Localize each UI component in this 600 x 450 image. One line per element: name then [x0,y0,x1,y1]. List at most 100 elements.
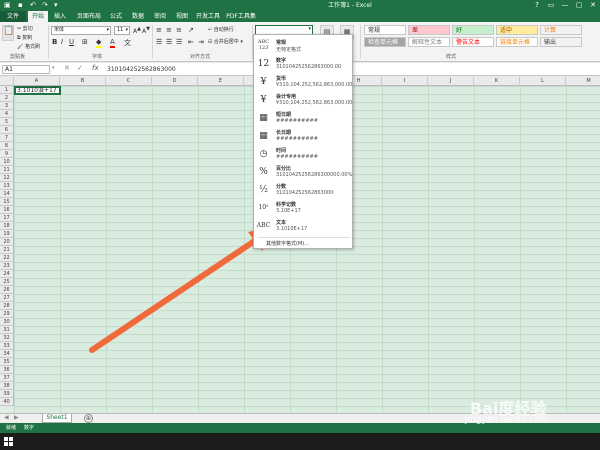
tab-page-layout[interactable]: 页面布局 [74,11,104,22]
row-header-15[interactable]: 15 [0,198,14,206]
font-name-combo[interactable]: 宋体 ▾ [51,26,111,35]
shrink-font-button[interactable]: A▼ [142,26,150,35]
row-header-30[interactable]: 30 [0,318,14,326]
row-header-36[interactable]: 36 [0,366,14,374]
row-header-37[interactable]: 37 [0,374,14,382]
phonetic-button[interactable]: 文 [124,38,131,48]
scroll-left-icon[interactable]: ◀ [4,414,9,421]
row-header-14[interactable]: 14 [0,190,14,198]
row-header-24[interactable]: 24 [0,270,14,278]
row-header-38[interactable]: 38 [0,382,14,390]
more-number-formats-item[interactable]: 其他数字格式(M)... [266,240,309,247]
row-header-29[interactable]: 29 [0,310,14,318]
column-header-i[interactable]: I [382,77,428,86]
insert-function-button[interactable]: fx [92,64,99,72]
row-header-10[interactable]: 10 [0,158,14,166]
row-header-33[interactable]: 33 [0,342,14,350]
number-format-item[interactable]: ½ 分数 310104252562863000 [254,181,352,199]
font-size-combo[interactable]: 11 ▾ [114,26,130,35]
formula-input[interactable]: 310104252562863000 [107,65,176,74]
cell-style-3[interactable]: 适中 [496,25,538,35]
row-header-3[interactable]: 3 [0,102,14,110]
tab-insert[interactable]: 插入 [50,11,70,22]
undo-icon[interactable]: ↶ [30,1,36,10]
row-header-21[interactable]: 21 [0,246,14,254]
align-left-button[interactable]: ☰ [156,38,162,46]
row-header-19[interactable]: 19 [0,230,14,238]
row-header-40[interactable]: 40 [0,398,14,406]
number-format-item[interactable]: ABC 123 常规 无特定格式 [254,37,352,55]
close-button[interactable]: ✕ [586,0,600,11]
row-header-1[interactable]: 1 [0,86,14,94]
enter-icon[interactable]: ✓ [77,64,83,72]
row-header-20[interactable]: 20 [0,238,14,246]
row-header-35[interactable]: 35 [0,358,14,366]
name-box-dropdown-icon[interactable]: ▾ [52,65,55,71]
wrap-text-button[interactable]: ↵ 自动换行 [208,26,234,33]
row-header-25[interactable]: 25 [0,278,14,286]
paste-button[interactable]: 📋 [2,25,14,41]
column-header-j[interactable]: J [428,77,474,86]
italic-button[interactable]: I [61,38,63,46]
row-header-17[interactable]: 17 [0,214,14,222]
select-all-corner[interactable] [0,77,14,86]
tab-file[interactable]: 文件 [0,11,26,22]
column-header-l[interactable]: L [520,77,566,86]
align-bottom-button[interactable]: ≡ [176,26,182,34]
outdent-button[interactable]: ⇥ [198,38,204,46]
row-header-23[interactable]: 23 [0,262,14,270]
borders-button[interactable]: ⊞ [82,38,88,46]
cancel-icon[interactable]: ✕ [64,64,70,72]
column-header-c[interactable]: C [106,77,152,86]
row-header-4[interactable]: 4 [0,110,14,118]
align-middle-button[interactable]: ≡ [166,26,172,34]
sheet-tab-sheet1[interactable]: Sheet1 [42,414,72,423]
row-header-12[interactable]: 12 [0,174,14,182]
cell-style-7[interactable]: 警告文本 [452,37,494,47]
row-header-13[interactable]: 13 [0,182,14,190]
row-header-5[interactable]: 5 [0,118,14,126]
tab-data[interactable]: 数据 [128,11,148,22]
customize-icon[interactable]: ▾ [54,1,58,10]
row-header-2[interactable]: 2 [0,94,14,102]
help-button[interactable]: ? [530,0,544,11]
column-header-k[interactable]: K [474,77,520,86]
number-format-item[interactable]: ▦ 长日期 ########## [254,127,352,145]
cell-a1[interactable]: 3.1010湞+17 [14,86,61,95]
underline-button[interactable]: U [69,38,74,46]
row-header-7[interactable]: 7 [0,134,14,142]
cell-style-4[interactable]: 计算 [540,25,582,35]
align-center-button[interactable]: ☰ [166,38,172,46]
row-header-6[interactable]: 6 [0,126,14,134]
tab-developer[interactable]: 开发工具 [194,11,222,22]
row-header-27[interactable]: 27 [0,294,14,302]
add-sheet-button[interactable]: ⊕ [84,414,93,423]
save-icon[interactable]: ▪ [18,1,23,10]
row-header-32[interactable]: 32 [0,334,14,342]
cell-style-5[interactable]: 检查单元格 [364,37,406,47]
column-header-b[interactable]: B [60,77,106,86]
cell-style-0[interactable]: 常规 [364,25,406,35]
merge-center-button[interactable]: ⊟ 合并后居中 ▾ [208,38,243,45]
orientation-button[interactable]: ↗ [188,26,194,34]
column-header-d[interactable]: D [152,77,198,86]
grow-font-button[interactable]: A▲ [133,26,141,35]
copy-button[interactable]: ⧉ 复制 [17,34,32,41]
ribbon-display-button[interactable]: ▭ [544,0,558,11]
column-header-a[interactable]: A [14,77,60,86]
tab-view[interactable]: 视图 [172,11,192,22]
align-top-button[interactable]: ≡ [156,26,162,34]
column-header-e[interactable]: E [198,77,244,86]
row-header-26[interactable]: 26 [0,286,14,294]
row-header-9[interactable]: 9 [0,150,14,158]
row-header-11[interactable]: 11 [0,166,14,174]
tab-home[interactable]: 开始 [28,11,48,22]
font-color-button[interactable]: A [110,38,115,48]
number-format-item[interactable]: ▦ 短日期 ########## [254,109,352,127]
scroll-right-icon[interactable]: ▶ [14,414,19,421]
cut-button[interactable]: ✂ 剪切 [17,25,33,32]
cell-style-2[interactable]: 好 [452,25,494,35]
column-header-m[interactable]: M [566,77,600,86]
number-format-item[interactable]: % 百分比 31010425256286300000.00% [254,163,352,181]
redo-icon[interactable]: ↷ [42,1,48,10]
